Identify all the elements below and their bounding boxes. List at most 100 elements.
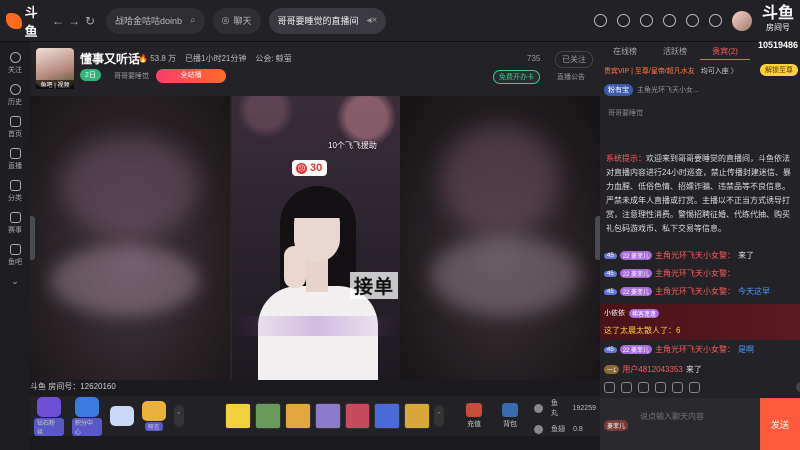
message-icon[interactable] <box>593 14 607 27</box>
balance: 鱼丸 192259 鱼翅 0.8 <box>534 398 596 434</box>
gift-slot[interactable] <box>404 403 431 429</box>
chat-toggle[interactable] <box>796 382 800 392</box>
tab-room[interactable]: 哥哥要睡觉的直播间 ◂× <box>268 7 387 34</box>
scroll-up-button[interactable]: ⌃ <box>173 405 184 427</box>
right-panel: 10519486 在线榜 活跃榜 贵宾(2) 贵宾VIP | 至尊/皇帝/超凡水… <box>600 40 800 450</box>
brand-logo: 斗鱼 <box>761 4 794 22</box>
clock-icon <box>9 84 21 95</box>
chat-username[interactable]: 主角光环飞天小女警： <box>655 250 735 261</box>
quanzhan-button[interactable]: 全站播 <box>156 69 226 83</box>
rank-tabs: 在线榜 活跃榜 贵宾(2) <box>600 44 750 60</box>
chevron-down-icon: ⌄ <box>11 276 19 286</box>
backpack-button[interactable]: 背包 <box>502 403 519 429</box>
chat-message: 45 22 菱菲儿 主角光环飞天小女警： 来了 <box>604 250 754 261</box>
highlight-badge: 稀客蓬蓬 <box>629 308 660 318</box>
douyu-logo[interactable]: 斗鱼 <box>0 2 50 40</box>
recharge-button[interactable]: 充值 <box>466 403 483 429</box>
video-player[interactable]: 10个飞飞援助 ☹ 30 接单 <box>30 96 600 380</box>
sidebar-label: 首页 <box>8 131 22 138</box>
fishfin-value: 0.8 <box>573 425 583 433</box>
chat-username[interactable]: 主角光环飞天小女警： <box>655 268 735 279</box>
sidebar-item-follow[interactable]: 关注 <box>8 52 22 75</box>
chat-username[interactable]: 主角光环飞天小女警： <box>655 344 735 355</box>
grid-icon <box>9 180 21 191</box>
overlay-text: 接单 <box>350 272 399 299</box>
home-icon <box>9 116 21 127</box>
vip-more[interactable]: 均可入座 〉 <box>701 66 738 76</box>
forward-icon[interactable]: → <box>66 14 82 28</box>
sidebar-label: 关注 <box>8 67 22 74</box>
sidebar-expand[interactable]: ⌄ <box>11 276 19 287</box>
gift-slot[interactable] <box>374 403 401 429</box>
sidebar-item-live[interactable]: 直播 <box>8 148 22 171</box>
gift-count: 30 <box>310 162 323 174</box>
prophecy-button[interactable]: 预言 <box>141 401 166 431</box>
emoji-icon[interactable] <box>604 382 615 393</box>
bullhorn-icon[interactable] <box>621 382 632 393</box>
bottom-toolbar: 钻石粉丝 积分中心 预言 ⌃ ⌃ 充值 背包 鱼丸 192259 鱼翅 0.8 <box>30 396 600 436</box>
sidebar-item-home[interactable]: 首页 <box>8 116 22 139</box>
diamond-fans-button[interactable]: 钻石粉丝 <box>34 396 64 436</box>
points-center-button[interactable]: 积分中心 <box>71 396 102 436</box>
tab-chat[interactable]: ◎ 聊天 <box>212 7 261 34</box>
mail-gift-button[interactable] <box>109 406 134 426</box>
refresh-icon[interactable]: ↻ <box>82 14 98 28</box>
fan-badge: 22 菱菲儿 <box>619 251 653 260</box>
room-category[interactable]: 哥哥要睡觉 <box>114 71 149 81</box>
card-icon[interactable] <box>689 382 700 393</box>
fan-icon[interactable] <box>638 382 649 393</box>
unlock-button[interactable]: 解锁至尊 <box>760 64 798 76</box>
tab-vip[interactable]: 贵宾(2) <box>700 44 750 60</box>
gift-slot[interactable] <box>255 403 281 429</box>
user-avatar[interactable] <box>731 10 752 31</box>
tv-icon <box>9 148 21 159</box>
announcement-link[interactable]: 直播公告 <box>557 72 585 82</box>
volume-icon[interactable]: ◂× <box>367 15 378 26</box>
tab-online-rank[interactable]: 在线榜 <box>600 44 650 60</box>
fans-row: 粉有宝 主角光环飞天小女... <box>604 84 699 96</box>
send-button[interactable]: 发送 <box>760 398 800 450</box>
settings-icon[interactable] <box>685 14 699 27</box>
fishfin-label: 鱼翅 <box>551 426 566 433</box>
viewer-count: 735 <box>527 54 541 63</box>
tab-search[interactable]: 战哈金咕咕doinb ⌕ <box>106 7 205 34</box>
gift-slot[interactable] <box>284 403 311 429</box>
clipboard-icon[interactable] <box>655 382 666 393</box>
sidebar-item-esports[interactable]: 赛事 <box>8 212 22 235</box>
sidebar-item-category[interactable]: 分类 <box>8 180 22 203</box>
chat-username[interactable]: 用户4812043353 <box>622 364 683 375</box>
gift-icon[interactable] <box>672 382 683 393</box>
avatar-tag[interactable]: 鱼吧 | 视频 <box>36 80 74 89</box>
gift-slot[interactable] <box>225 403 252 429</box>
collapse-left-handle[interactable] <box>30 216 35 260</box>
mail-icon[interactable] <box>708 14 722 27</box>
wallet-icon[interactable] <box>662 14 676 27</box>
download-icon[interactable] <box>639 14 653 27</box>
gift-scroll-button[interactable]: ⌃ <box>434 405 445 427</box>
input-fan-badge: 菱菲儿 <box>604 420 629 431</box>
highlight-message: 小依依 稀客蓬蓬 这了太晨太散人了：6 <box>600 304 800 340</box>
follow-button[interactable]: 已关注 <box>555 51 593 68</box>
chat-username[interactable]: 主角光环飞天小女警： <box>655 286 735 297</box>
trophy-icon <box>9 212 21 223</box>
fan-badge: 22 菱菲儿 <box>619 345 653 354</box>
fan-badge: 22 菱菲儿 <box>619 269 653 278</box>
tab-active-rank[interactable]: 活跃榜 <box>650 44 700 60</box>
back-icon[interactable]: ← <box>50 14 66 28</box>
system-tag: 系统提示： <box>606 154 646 163</box>
level-badge: 45 <box>604 270 617 277</box>
gift-slot[interactable] <box>344 403 371 429</box>
highlight-user[interactable]: 小依依 <box>604 308 625 318</box>
gift-counter: ☹ 30 <box>292 160 328 176</box>
bb-label: 预言 <box>144 422 163 431</box>
points-icon <box>74 396 99 417</box>
search-icon[interactable]: ⌕ <box>190 15 196 26</box>
heart-icon[interactable] <box>616 14 630 27</box>
topbar-actions: 斗鱼 房间号 <box>593 0 800 42</box>
sidebar-item-fishbar[interactable]: 鱼吧 <box>8 244 22 267</box>
gift-slot[interactable] <box>314 403 341 429</box>
sidebar-item-history[interactable]: 历史 <box>8 84 22 107</box>
free-card-button[interactable]: 免费开办卡 <box>493 70 540 84</box>
diamond-icon <box>36 396 61 417</box>
chat-input[interactable] <box>640 406 758 426</box>
